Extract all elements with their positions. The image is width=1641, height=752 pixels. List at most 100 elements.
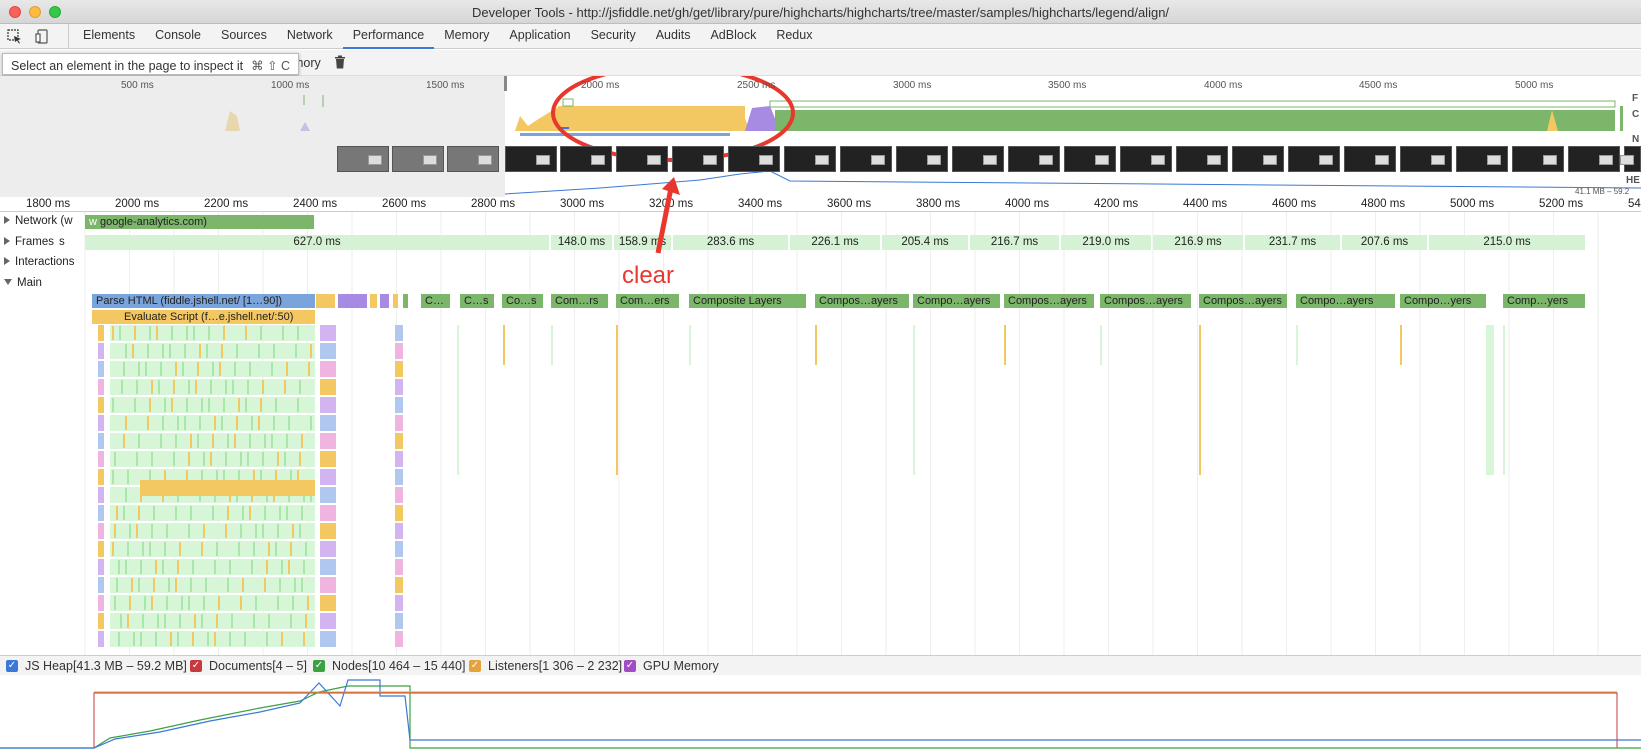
filmstrip-frame[interactable] [1288,146,1340,172]
composite-layers-event[interactable]: Com…rs [551,294,609,308]
listeners-checkbox[interactable]: ✓ Listeners[1 306 – 2 232] [469,659,622,673]
gpu-memory-checkbox[interactable]: ✓ GPU Memory [624,659,719,673]
task-event[interactable] [370,294,378,308]
composite-layers-event[interactable]: Compos…ayers [1004,294,1095,308]
function-call-sliver [219,362,221,376]
composite-layers-event[interactable]: C… [421,294,451,308]
device-toolbar-icon[interactable] [34,28,51,45]
tab-network[interactable]: Network [277,24,343,49]
annotation-arrow [655,177,680,254]
frame-duration[interactable]: 215.0 ms [1429,235,1586,250]
composite-layers-event[interactable]: Com…ers [616,294,680,308]
frames-track-toggle[interactable]: Frames [4,236,54,248]
function-call-sliver [689,325,691,365]
function-call-sliver [192,560,194,574]
filmstrip-frame[interactable] [560,146,612,172]
function-call-sliver [216,542,218,556]
main-track-toggle[interactable]: Main [4,277,42,289]
filmstrip-frame[interactable] [784,146,836,172]
task-event[interactable] [380,294,390,308]
interactions-track-toggle[interactable]: Interactions [4,256,74,268]
frame-duration[interactable]: 205.4 ms [882,235,969,250]
function-call-block [320,559,336,575]
composite-layers-event[interactable]: Co…s [502,294,544,308]
timeline-overview[interactable]: 500 ms 1000 ms 1500 ms 2000 ms 2500 ms 3… [0,76,1641,197]
tab-sources[interactable]: Sources [211,24,277,49]
tab-memory[interactable]: Memory [434,24,499,49]
frame-duration[interactable]: 219.0 ms [1061,235,1152,250]
network-request-bar[interactable]: w google-analytics.com) [85,215,315,229]
evaluate-script-event[interactable]: Evaluate Script (f…e.jshell.net/:50) [92,310,316,324]
composite-layers-event[interactable]: Compo…yers [1400,294,1487,308]
inspect-element-icon[interactable] [6,28,23,45]
ruler-tick: 4400 ms [1183,198,1228,210]
composite-layers-event[interactable]: Compo…ayers [1296,294,1396,308]
task-event[interactable] [393,294,399,308]
filmstrip-frame[interactable] [1400,146,1452,172]
composite-layers-event[interactable]: Compos…ayers [1100,294,1192,308]
filmstrip-frame[interactable] [505,146,557,172]
filmstrip-frame[interactable] [447,146,499,172]
filmstrip-frame[interactable] [1568,146,1620,172]
filmstrip-frame[interactable] [1232,146,1284,172]
composite-layers-event[interactable]: C…s [460,294,495,308]
filmstrip-frame[interactable] [1512,146,1564,172]
filmstrip-frame[interactable] [952,146,1004,172]
task-event[interactable] [316,294,336,308]
tab-redux[interactable]: Redux [766,24,822,49]
frame-duration[interactable]: 216.7 ms [970,235,1060,250]
checkmark-icon: ✓ [313,660,325,672]
filmstrip-frame[interactable] [840,146,892,172]
tab-security[interactable]: Security [581,24,646,49]
filmstrip-frame[interactable] [896,146,948,172]
composite-layers-event[interactable]: Composite Layers [689,294,807,308]
filmstrip-frame[interactable] [616,146,668,172]
tab-elements[interactable]: Elements [73,24,145,49]
tab-console[interactable]: Console [145,24,211,49]
trash-icon[interactable] [334,55,346,72]
frame-duration[interactable]: 226.1 ms [790,235,881,250]
filmstrip-frame[interactable] [1176,146,1228,172]
function-call-sliver [173,380,175,394]
composite-layers-event[interactable]: Comp…yers [1503,294,1586,308]
frame-duration[interactable]: 231.7 ms [1245,235,1341,250]
tab-application[interactable]: Application [499,24,580,49]
composite-layers-event[interactable]: Compos…ayers [1199,294,1288,308]
task-event[interactable] [338,294,368,308]
tab-performance[interactable]: Performance [342,24,435,49]
function-call-sliver [210,380,212,394]
filmstrip-frame[interactable] [1344,146,1396,172]
filmstrip-frame[interactable] [337,146,389,172]
frame-duration[interactable]: 216.9 ms [1153,235,1244,250]
filmstrip-frame[interactable] [1064,146,1116,172]
ruler-tick: 54 [1628,198,1641,210]
documents-checkbox[interactable]: ✓ Documents[4 – 5] [190,659,307,673]
js-heap-checkbox[interactable]: ✓ JS Heap[41.3 MB – 59.2 MB] [6,659,187,673]
filmstrip-frame[interactable] [1120,146,1172,172]
filmstrip-frame[interactable] [1456,146,1508,172]
filmstrip-frame[interactable] [1008,146,1060,172]
tab-audits[interactable]: Audits [646,24,701,49]
filmstrip-frame[interactable] [1620,146,1641,172]
frame-duration[interactable]: 627.0 ms [85,235,550,250]
filmstrip-frame[interactable] [392,146,444,172]
function-call-sliver [138,362,140,376]
composite-layers-event[interactable]: Compo…ayers [913,294,1001,308]
composite-layers-event[interactable]: Compos…ayers [815,294,910,308]
function-call-sliver [218,596,220,610]
expand-arrow-icon [4,257,10,265]
frame-duration[interactable]: 207.6 ms [1342,235,1428,250]
tab-adblock[interactable]: AdBlock [700,24,766,49]
parse-html-event[interactable]: Parse HTML (fiddle.jshell.net/ [1…90]) [92,294,316,308]
filmstrip-frame[interactable] [672,146,724,172]
function-call-sliver [301,578,303,592]
task-event[interactable] [403,294,409,308]
nodes-checkbox[interactable]: ✓ Nodes[10 464 – 15 440] [313,659,465,673]
filmstrip-frame[interactable] [728,146,780,172]
function-call-block [320,523,336,539]
frame-duration[interactable]: 148.0 ms [551,235,613,250]
function-call-sliver [164,542,166,556]
network-track-toggle[interactable]: Network (w [4,215,73,227]
function-call-block [320,487,336,503]
expand-arrow-icon [4,237,10,245]
